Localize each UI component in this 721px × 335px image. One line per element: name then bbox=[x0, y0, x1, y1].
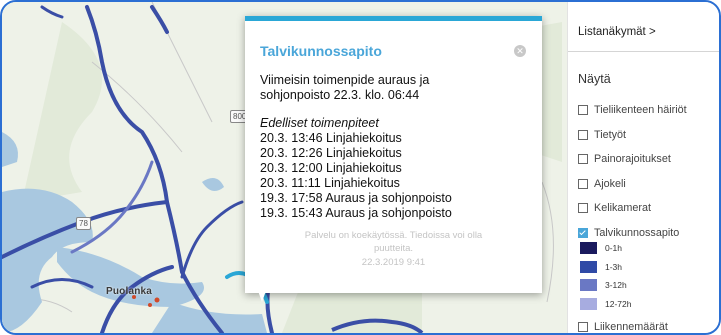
legend-row: 3-12h bbox=[580, 276, 700, 295]
trial-notice-line-1: Palvelu on koekäytössä. Tiedoissa voi ol… bbox=[304, 230, 483, 241]
screenshot-frame: 800 78 Puolanka Talvikunnossapito ✕ Viim… bbox=[0, 0, 721, 335]
legend-label: 0-1h bbox=[605, 243, 623, 254]
popup-title: Talvikunnossapito bbox=[260, 43, 382, 59]
layer-label: Tietyöt bbox=[594, 128, 627, 141]
legend-label: 3-12h bbox=[605, 280, 627, 291]
layer-toggle-weight-limits[interactable]: Painorajoitukset bbox=[578, 147, 718, 172]
maintenance-legend: 0-1h 1-3h 3-12h 12-72h bbox=[580, 239, 700, 313]
layer-label: Tieliikenteen häiriöt bbox=[594, 104, 687, 117]
layer-toggle-traffic-disruptions[interactable]: Tieliikenteen häiriöt bbox=[578, 98, 718, 123]
legend-row: 0-1h bbox=[580, 239, 700, 258]
checkbox[interactable] bbox=[578, 105, 588, 116]
checkbox-checked[interactable] bbox=[578, 227, 588, 238]
trial-notice: Palvelu on koekäytössä. Tiedoissa voi ol… bbox=[245, 229, 542, 255]
previous-action-item: 19.3. 15:43 Auraus ja sohjonpoisto bbox=[260, 206, 452, 220]
popup-timestamp: 22.3.2019 9:41 bbox=[361, 257, 426, 268]
previous-action-item: 19.3. 17:58 Auraus ja sohjonpoisto bbox=[260, 191, 452, 205]
previous-actions-heading: Edelliset toimenpiteet bbox=[260, 116, 379, 130]
layer-label: Talvikunnossapito bbox=[594, 226, 680, 239]
latest-action-line-1: Viimeisin toimenpide auraus ja bbox=[260, 73, 430, 87]
road-number-78: 78 bbox=[76, 217, 91, 230]
legend-swatch bbox=[580, 279, 597, 292]
legend-swatch bbox=[580, 260, 597, 273]
close-icon[interactable]: ✕ bbox=[514, 45, 526, 57]
layer-panel: Listanäkymät > Näytä Tieliikenteen häiri… bbox=[567, 2, 719, 334]
layer-toggle-weather-cameras[interactable]: Kelikamerat bbox=[578, 196, 718, 221]
legend-swatch bbox=[580, 297, 597, 310]
legend-label: 1-3h bbox=[605, 261, 623, 272]
checkbox[interactable] bbox=[578, 322, 588, 333]
checkbox[interactable] bbox=[578, 178, 588, 189]
list-views-link[interactable]: Listanäkymät > bbox=[578, 26, 656, 38]
latest-action-line-2: sohjonpoisto 22.3. klo. 06:44 bbox=[260, 88, 420, 102]
previous-action-item: 20.3. 12:26 Linjahiekoitus bbox=[260, 146, 402, 160]
layer-label: Kelikamerat bbox=[594, 202, 652, 215]
layer-label: Painorajoitukset bbox=[594, 153, 671, 166]
layer-toggle-driving-conditions[interactable]: Ajokeli bbox=[578, 172, 718, 197]
popup-pointer bbox=[257, 288, 267, 302]
legend-row: 12-72h bbox=[580, 295, 700, 314]
layer-toggle-roadworks[interactable]: Tietyöt bbox=[578, 123, 718, 148]
panel-divider bbox=[568, 51, 719, 52]
layer-toggle-traffic-volumes[interactable]: Liikennemäärät bbox=[578, 315, 668, 334]
show-heading: Näytä bbox=[578, 72, 611, 86]
checkbox[interactable] bbox=[578, 203, 588, 214]
maintenance-popup: Talvikunnossapito ✕ Viimeisin toimenpide… bbox=[245, 16, 542, 293]
popup-body: Viimeisin toimenpide auraus ja sohjonpoi… bbox=[260, 73, 530, 221]
previous-action-item: 20.3. 12:00 Linjahiekoitus bbox=[260, 161, 402, 175]
legend-swatch bbox=[580, 242, 597, 255]
checkbox[interactable] bbox=[578, 129, 588, 140]
trial-notice-line-2: puutteita. bbox=[373, 243, 414, 254]
checkbox[interactable] bbox=[578, 154, 588, 165]
previous-action-item: 20.3. 11:11 Linjahiekoitus bbox=[260, 176, 400, 190]
legend-label: 12-72h bbox=[605, 298, 632, 309]
place-label-puolanka: Puolanka bbox=[106, 286, 153, 297]
layer-label: Liikennemäärät bbox=[594, 321, 668, 334]
layer-label: Ajokeli bbox=[594, 177, 626, 190]
legend-row: 1-3h bbox=[580, 258, 700, 277]
previous-action-item: 20.3. 13:46 Linjahiekoitus bbox=[260, 131, 402, 145]
layer-list: Tieliikenteen häiriöt Tietyöt Painorajoi… bbox=[578, 98, 718, 245]
